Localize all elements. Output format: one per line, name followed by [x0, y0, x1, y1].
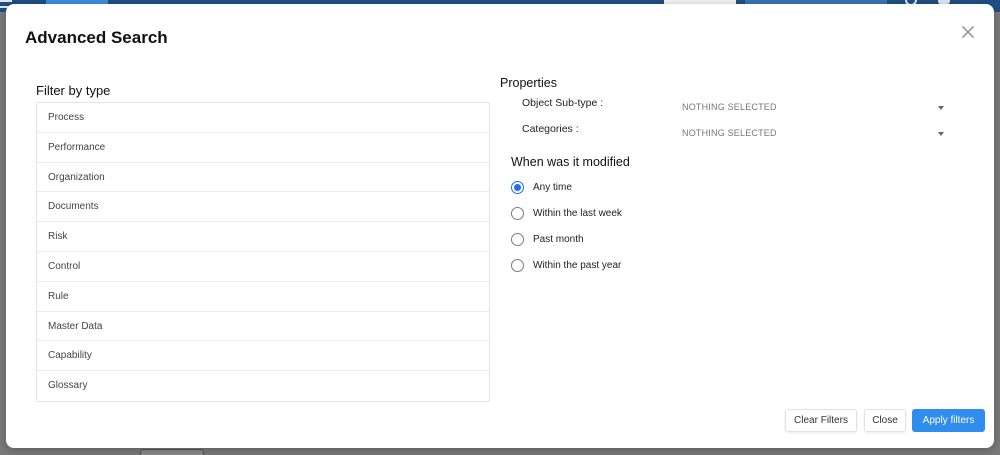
object-subtype-select[interactable]: NOTHING SELECTED: [682, 98, 950, 116]
categories-label: Categories :: [522, 123, 579, 135]
radio-past-month[interactable]: Past month: [511, 231, 584, 247]
filter-by-type-heading: Filter by type: [36, 83, 111, 98]
chevron-down-icon: [938, 106, 944, 110]
advanced-search-modal: Advanced Search Filter by type Process P…: [6, 4, 994, 448]
radio-button-checked[interactable]: [511, 180, 524, 194]
object-subtype-value: NOTHING SELECTED: [682, 102, 777, 112]
type-item-capability[interactable]: Capability: [37, 341, 489, 372]
categories-value: NOTHING SELECTED: [682, 128, 777, 138]
type-item-rule[interactable]: Rule: [37, 282, 489, 312]
categories-select[interactable]: NOTHING SELECTED: [682, 124, 950, 142]
apply-filters-button[interactable]: Apply filters: [912, 409, 985, 432]
radio-last-week[interactable]: Within the last week: [511, 205, 622, 221]
modal-title: Advanced Search: [25, 28, 168, 47]
background-button: [140, 449, 204, 455]
type-item-documents[interactable]: Documents: [37, 192, 489, 223]
chevron-down-icon: [938, 132, 944, 136]
object-subtype-label: Object Sub-type :: [522, 97, 604, 109]
type-item-control[interactable]: Control: [37, 252, 489, 282]
radio-label: Within the past year: [533, 259, 622, 271]
type-item-master-data[interactable]: Master Data: [37, 312, 489, 342]
close-button[interactable]: Close: [864, 409, 906, 432]
radio-button[interactable]: [511, 206, 524, 220]
type-item-organization[interactable]: Organization: [37, 163, 489, 193]
modified-heading: When was it modified: [511, 155, 630, 169]
clear-filters-button[interactable]: Clear Filters: [785, 409, 857, 432]
type-item-process[interactable]: Process: [37, 103, 489, 133]
radio-label: Any time: [533, 181, 572, 193]
type-item-risk[interactable]: Risk: [37, 222, 489, 252]
close-icon[interactable]: [960, 24, 976, 40]
radio-label: Within the last week: [533, 207, 622, 219]
properties-heading: Properties: [500, 76, 557, 90]
type-item-performance[interactable]: Performance: [37, 133, 489, 163]
radio-past-year[interactable]: Within the past year: [511, 257, 621, 273]
radio-button[interactable]: [511, 258, 524, 272]
type-list: Process Performance Organization Documen…: [36, 102, 490, 402]
radio-button[interactable]: [511, 232, 524, 246]
type-item-glossary[interactable]: Glossary: [37, 371, 489, 401]
radio-label: Past month: [533, 233, 584, 245]
radio-any-time[interactable]: Any time: [511, 179, 572, 195]
